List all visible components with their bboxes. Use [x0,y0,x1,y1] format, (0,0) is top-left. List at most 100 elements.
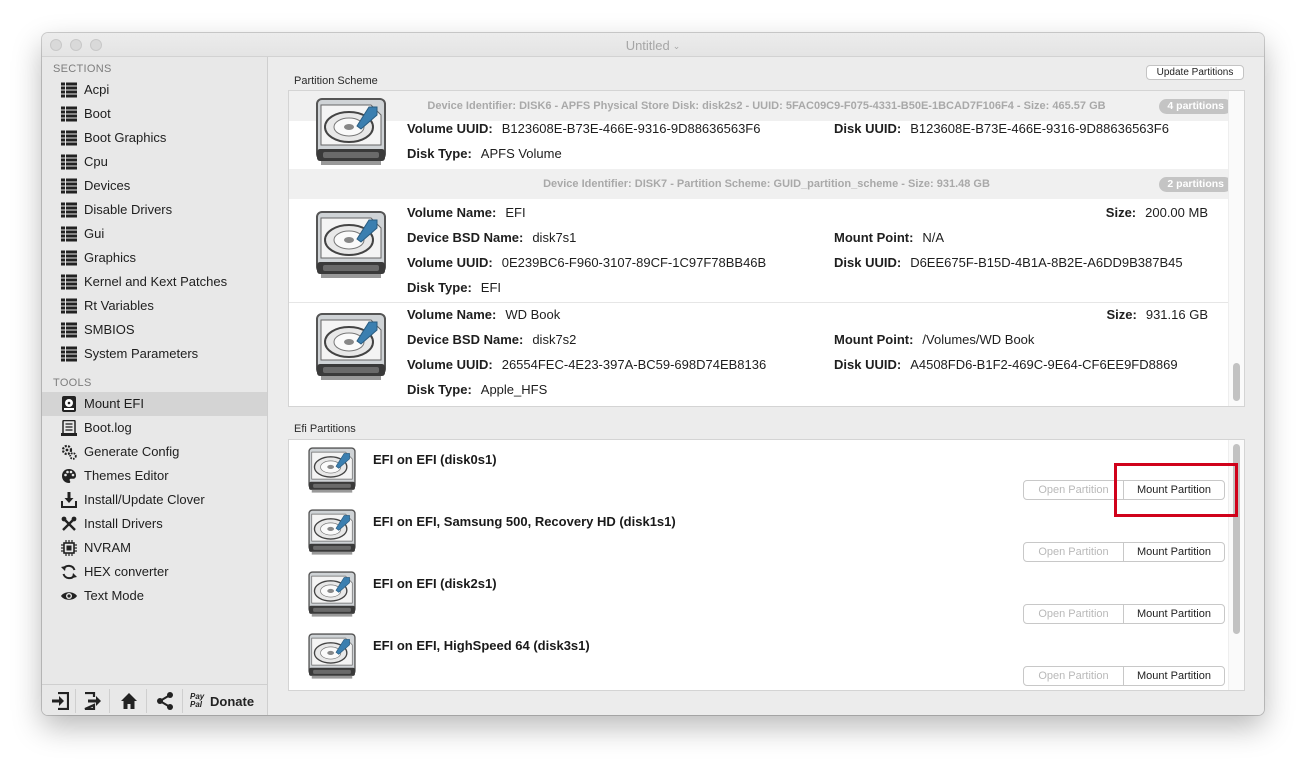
volume-name: Volume Name: WD Book [407,307,560,322]
sidebar-item-install-drivers[interactable]: Install Drivers [42,512,267,536]
list-icon [61,82,77,98]
drive-icon [62,396,76,412]
sidebar-item-hex-converter[interactable]: HEX converter [42,560,267,584]
sidebar-item-themes-editor[interactable]: Themes Editor [42,464,267,488]
volume-row[interactable]: Volume UUID: B123608E-B73E-466E-9316-9D88… [289,121,1244,172]
open-partition-button[interactable]: Open Partition [1024,543,1124,561]
list-icon [61,130,77,146]
efi-partition-row[interactable]: EFI on EFI (disk2s1) Open Partition Moun… [289,564,1244,627]
update-partitions-button[interactable]: Update Partitions [1146,65,1244,80]
sidebar-item-install-update-clover[interactable]: Install/Update Clover [42,488,267,512]
share-icon[interactable] [156,692,174,710]
efi-partition-row[interactable]: EFI on EFI, Samsung 500, Recovery HD (di… [289,502,1244,565]
sidebar-item-system-parameters[interactable]: System Parameters [42,342,267,366]
volume-row[interactable]: Volume Name: EFI Size: 200.00 MB Device BS… [289,200,1244,303]
mount-partition-button[interactable]: Mount Partition [1124,667,1224,685]
field-value: disk7s2 [532,332,577,347]
list-icon [61,346,77,362]
hard-drive-icon [305,506,359,560]
mount-point: Mount Point: /Volumes/WD Book [834,332,1034,347]
device-bsd-name: Device BSD Name: disk7s2 [407,332,576,347]
sidebar-item-text-mode[interactable]: Text Mode [42,584,267,608]
sidebar-item-boot-log[interactable]: Boot.log [42,416,267,440]
sidebar-item-gui[interactable]: Gui [42,222,267,246]
divider [109,689,110,713]
sidebar-item-rt-variables[interactable]: Rt Variables [42,294,267,318]
scrollbar-thumb[interactable] [1233,363,1240,401]
sidebar-item-label: Generate Config [84,444,180,459]
sidebar-item-mount-efi[interactable]: Mount EFI [42,392,267,416]
mount-partition-button[interactable]: Mount Partition [1124,481,1224,499]
titlebar: Untitled ⌄ [42,33,1264,57]
disk-type: Disk Type: APFS Volume [407,146,562,161]
efi-partitions-scrollbar[interactable] [1228,440,1244,690]
sidebar-item-graphics[interactable]: Graphics [42,246,267,270]
efi-partition-title: EFI on EFI, Samsung 500, Recovery HD (di… [373,514,676,529]
sidebar-item-label: Gui [84,226,105,241]
sidebar-item-acpi[interactable]: Acpi [42,78,267,102]
window-title[interactable]: Untitled ⌄ [42,38,1264,53]
donate-button[interactable]: Pay Pal Donate [190,689,254,713]
import-icon[interactable] [51,692,69,710]
disk-header-text: Device Identifier: DISK6 - APFS Physical… [427,100,1106,112]
partition-scheme-scrollbar[interactable] [1228,91,1244,406]
volume-uuid: Volume UUID: 26554FEC-4E23-397A-BC59-698D… [407,357,766,372]
sidebar-item-smbios[interactable]: SMBIOS [42,318,267,342]
partition-scheme-list[interactable]: Device Identifier: DISK6 - APFS Physical… [288,90,1245,407]
divider [75,689,76,713]
disk-type: Disk Type: EFI [407,280,501,295]
list-icon [61,154,77,170]
app-window: Untitled ⌄ SECTIONS Acpi Boot Boot Graphi… [42,33,1264,715]
open-partition-button[interactable]: Open Partition [1024,605,1124,623]
sidebar-item-label: Kernel and Kext Patches [84,274,228,289]
field-key: Size: [1105,205,1137,220]
efi-partition-row[interactable]: EFI on EFI (disk0s1) Open Partition Moun… [289,440,1244,503]
field-value: B123608E-B73E-466E-9316-9D88636563F6 [910,121,1169,136]
sidebar-item-kernel-and-kext-patches[interactable]: Kernel and Kext Patches [42,270,267,294]
field-value: EFI [505,205,526,220]
field-value: 26554FEC-4E23-397A-BC59-698D74EB8136 [501,357,767,372]
export-icon[interactable] [84,692,102,710]
field-value: WD Book [505,307,561,322]
field-key: Mount Point: [834,230,914,245]
efi-partitions-list[interactable]: EFI on EFI (disk0s1) Open Partition Moun… [288,439,1245,691]
sidebar-item-boot-graphics[interactable]: Boot Graphics [42,126,267,150]
partition-actions: Open Partition Mount Partition [1023,604,1225,624]
open-partition-button[interactable]: Open Partition [1024,667,1124,685]
mount-partition-button[interactable]: Mount Partition [1124,543,1224,561]
device-bsd-name: Device BSD Name: disk7s1 [407,230,576,245]
open-partition-button[interactable]: Open Partition [1024,481,1124,499]
sidebar-item-label: Install/Update Clover [84,492,205,507]
sidebar-item-boot[interactable]: Boot [42,102,267,126]
field-key: Disk Type: [407,146,472,161]
sidebar-item-label: System Parameters [84,346,199,361]
sidebar-item-disable-drivers[interactable]: Disable Drivers [42,198,267,222]
sidebar-item-cpu[interactable]: Cpu [42,150,267,174]
sidebar-item-nvram[interactable]: NVRAM [42,536,267,560]
main-content: Partition Scheme Update Partitions Devic… [268,57,1264,715]
sidebar-item-label: HEX converter [84,564,169,579]
sidebar-item-devices[interactable]: Devices [42,174,267,198]
log-icon [61,420,77,436]
field-value: A4508FD6-B1F2-469C-9E64-CF6EE9FD8869 [910,357,1178,372]
disk-type: Disk Type: Apple_HFS [407,382,547,397]
sidebar-item-label: Disable Drivers [84,202,173,217]
field-value: EFI [480,280,502,295]
window-title-text: Untitled [625,38,670,53]
volume-row[interactable]: Volume Name: WD Book Size: 931.16 GB Devic… [289,302,1244,406]
mount-point: Mount Point: N/A [834,230,944,245]
home-icon[interactable] [120,692,138,710]
hard-drive-icon [311,93,391,173]
size: Size: 931.16 GB [1107,307,1209,322]
field-key: Size: [1106,307,1137,322]
sidebar-item-generate-config[interactable]: Generate Config [42,440,267,464]
field-value: 931.16 GB [1145,307,1208,322]
tools-heading: TOOLS [53,377,92,389]
field-key: Volume Name: [407,307,497,322]
mount-partition-button[interactable]: Mount Partition [1124,605,1224,623]
hard-drive-icon [305,568,359,622]
list-icon [61,274,77,290]
scrollbar-thumb[interactable] [1233,444,1240,634]
efi-partition-row[interactable]: EFI on EFI, HighSpeed 64 (disk3s1) Open … [289,626,1244,688]
field-key: Disk Type: [407,280,472,295]
